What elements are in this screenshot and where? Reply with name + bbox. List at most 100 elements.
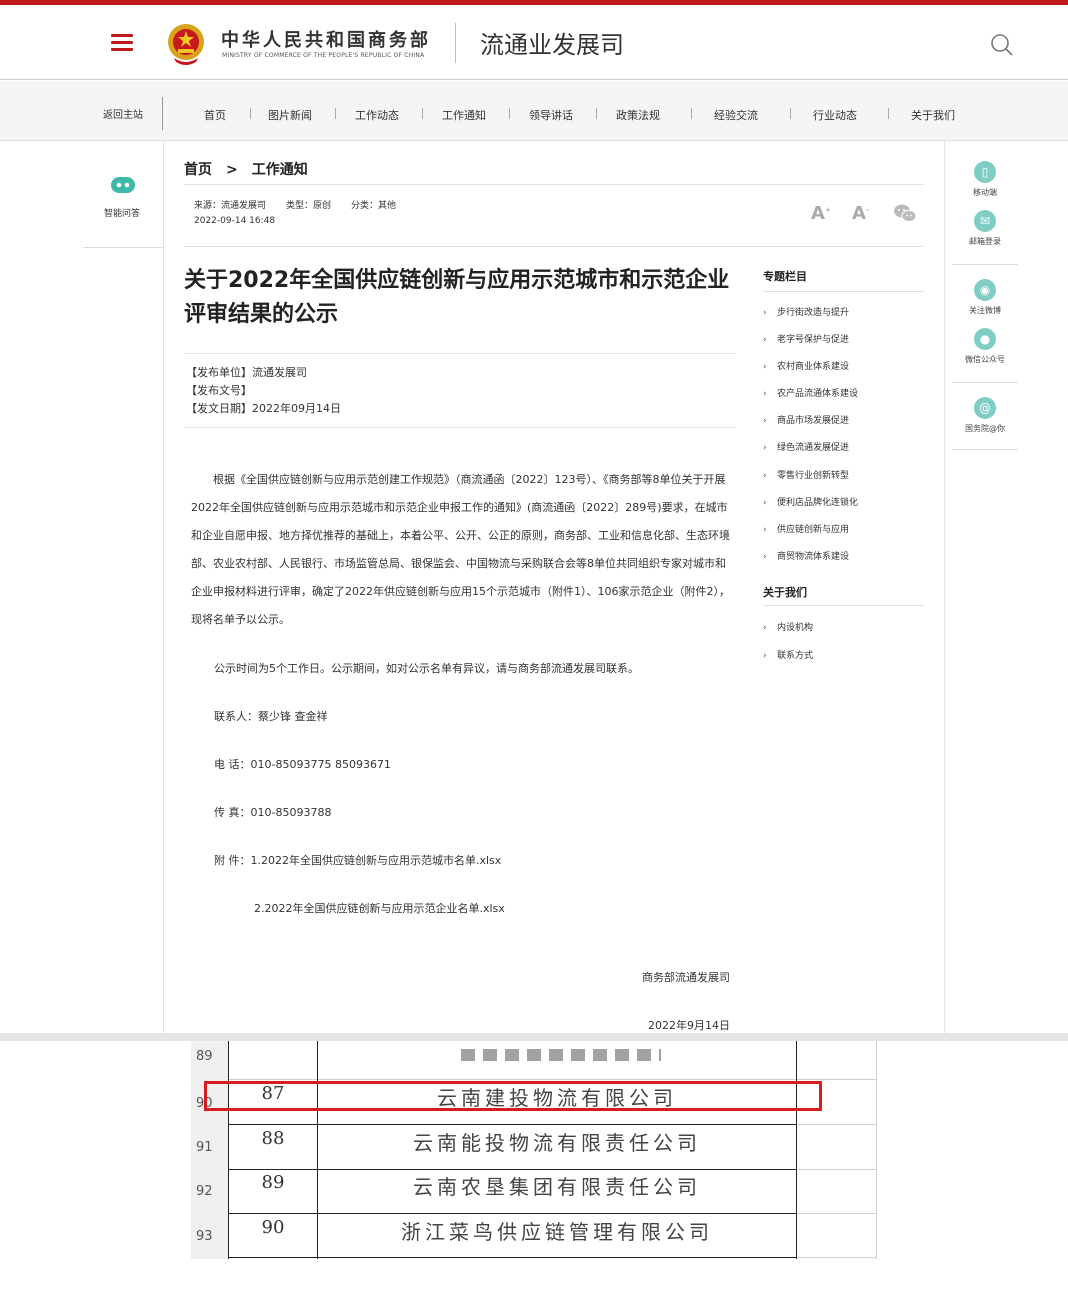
grid-line: [876, 1041, 877, 1259]
cell-serial: 88: [261, 1128, 285, 1149]
breadcrumb-separator: >: [226, 162, 238, 178]
nav-separator: [250, 108, 251, 119]
topic-label: 商贸物流体系建设: [777, 552, 850, 562]
cell-company: 云南农垦集团有限责任公司: [413, 1175, 701, 1199]
chevron-right-icon: ›: [763, 416, 767, 426]
font-smaller-button[interactable]: A-: [852, 203, 869, 224]
panel-divider: [952, 264, 1018, 265]
topic-link[interactable]: › 老字号保护与促进: [763, 332, 849, 345]
nav-item-photo-news[interactable]: 图片新闻: [268, 107, 312, 123]
cell-serial: 90: [261, 1217, 285, 1238]
breadcrumb-home[interactable]: 首页: [184, 159, 212, 179]
grid-line: [796, 1213, 877, 1214]
topic-link[interactable]: › 绿色流通发展促进: [763, 440, 849, 453]
topic-label: 农村商业体系建设: [777, 362, 850, 372]
topic-link[interactable]: › 便利店品牌化连锁化: [763, 495, 858, 508]
chevron-right-icon: ›: [763, 651, 767, 661]
mail-login-link[interactable]: ✉ 邮箱登录: [955, 210, 1015, 247]
contact-line: 联系人：蔡少锋 查金祥: [214, 710, 328, 723]
topic-link[interactable]: › 步行街改造与提升: [763, 305, 849, 318]
about-label: 内设机构: [777, 623, 814, 633]
ministry-name-cn: 中华人民共和国商务部: [221, 30, 431, 51]
weibo-label: 关注微博: [969, 306, 1001, 315]
publisher-line: 【发布单位】流通发展司: [186, 366, 307, 379]
attachment-link-cities[interactable]: 1.2022年全国供应链创新与应用示范城市名单.xlsx: [251, 854, 502, 867]
topic-label: 便利店品牌化连锁化: [777, 498, 859, 508]
national-emblem-icon[interactable]: [166, 22, 206, 66]
topic-link[interactable]: › 零售行业创新转型: [763, 468, 849, 481]
attachments-label: 附 件：: [214, 854, 251, 867]
nav-item-work-updates[interactable]: 工作动态: [355, 107, 399, 123]
nav-item-industry-news[interactable]: 行业动态: [813, 107, 857, 123]
topic-label: 农产品流通体系建设: [777, 389, 859, 399]
topic-label: 供应链创新与应用: [777, 525, 850, 535]
image-separator: [0, 1033, 1068, 1041]
grid-line: [228, 1124, 796, 1125]
signature-date: 2022年9月14日: [648, 1019, 730, 1032]
site-header: 中华人民共和国商务部 MINISTRY OF COMMERCE OF THE P…: [0, 5, 1068, 80]
grid-line: [796, 1257, 877, 1258]
article-info: 【发布单位】流通发展司 【发布文号】 【发文日期】2022年09月14日: [186, 364, 341, 418]
nav-item-leader-speeches[interactable]: 领导讲话: [529, 107, 573, 123]
department-name[interactable]: 流通业发展司: [480, 25, 624, 60]
grid-line: [228, 1257, 796, 1258]
nav-item-about-us[interactable]: 关于我们: [911, 107, 955, 123]
nav-separator: [509, 108, 510, 119]
meta-category: 分类：其他: [351, 201, 397, 211]
nav-separator: [790, 108, 791, 119]
meta-type: 类型：原创: [286, 201, 332, 211]
breadcrumb-current[interactable]: 工作通知: [252, 159, 308, 179]
article-title: 关于2022年全国供应链创新与应用示范城市和示范企业评审结果的公示: [184, 268, 730, 327]
article-body: 根据《全国供应链创新与应用示范创建工作规范》（商流通函〔2022〕123号）、《…: [191, 466, 731, 634]
robot-chat-icon[interactable]: [109, 174, 137, 196]
publish-date-line: 【发文日期】2022年09月14日: [186, 402, 341, 415]
grid-line: [796, 1169, 877, 1170]
search-icon[interactable]: [989, 32, 1013, 56]
weibo-icon: ◉: [974, 279, 996, 301]
return-main-site-link[interactable]: 返回主站: [103, 106, 143, 121]
divider: [184, 246, 923, 247]
cell-company: 浙江菜鸟供应链管理有限公司: [401, 1220, 713, 1244]
at-icon: @: [974, 397, 996, 419]
left-divider: [163, 141, 164, 1034]
mobile-label: 移动端: [973, 188, 997, 197]
breadcrumb: 首页 > 工作通知: [184, 159, 308, 179]
panel-divider: [952, 382, 1018, 383]
topic-link[interactable]: › 商品市场发展促进: [763, 413, 849, 426]
wechat-share-icon[interactable]: [893, 203, 917, 223]
divider: [184, 427, 736, 428]
header-divider: [455, 23, 456, 63]
topic-link[interactable]: › 供应链创新与应用: [763, 522, 849, 535]
mobile-icon: ▯: [974, 161, 996, 183]
fax-line: 传 真：010-85093788: [214, 806, 332, 819]
nav-item-work-notices[interactable]: 工作通知: [442, 107, 486, 123]
nav-item-home[interactable]: 首页: [204, 107, 226, 123]
hamburger-menu-icon[interactable]: [111, 34, 133, 52]
mail-label: 邮箱登录: [969, 237, 1001, 246]
topic-link[interactable]: › 商贸物流体系建设: [763, 549, 849, 562]
smart-qa-label[interactable]: 智能问答: [104, 206, 140, 219]
wechat-label: 微信公众号: [965, 355, 1005, 364]
attachment-link-enterprises[interactable]: 2.2022年全国供应链创新与应用示范企业名单.xlsx: [254, 900, 505, 916]
mobile-link[interactable]: ▯ 移动端: [955, 161, 1015, 198]
chevron-right-icon: ›: [763, 443, 767, 453]
topic-link[interactable]: › 农产品流通体系建设: [763, 386, 858, 399]
right-divider: [944, 141, 945, 1034]
chevron-right-icon: ›: [763, 623, 767, 633]
font-larger-button[interactable]: A+: [811, 203, 831, 224]
nav-separator: [335, 108, 336, 119]
nav-item-policies[interactable]: 政策法规: [616, 107, 660, 123]
gov-at-you-link[interactable]: @ 国务院@你: [955, 397, 1015, 434]
grid-line: [796, 1041, 797, 1259]
wechat-official-link[interactable]: ● 微信公众号: [955, 328, 1015, 365]
chevron-right-icon: ›: [763, 471, 767, 481]
grid-line: [228, 1213, 796, 1214]
attachments: 附 件：1.2022年全国供应链创新与应用示范城市名单.xlsx: [214, 852, 501, 868]
about-link[interactable]: › 联系方式: [763, 648, 813, 661]
about-link[interactable]: › 内设机构: [763, 620, 813, 633]
topic-link[interactable]: › 农村商业体系建设: [763, 359, 849, 372]
divider: [763, 291, 924, 292]
nav-item-experience[interactable]: 经验交流: [714, 107, 758, 123]
weibo-link[interactable]: ◉ 关注微博: [955, 279, 1015, 316]
clipped-cell-text: [461, 1049, 661, 1061]
